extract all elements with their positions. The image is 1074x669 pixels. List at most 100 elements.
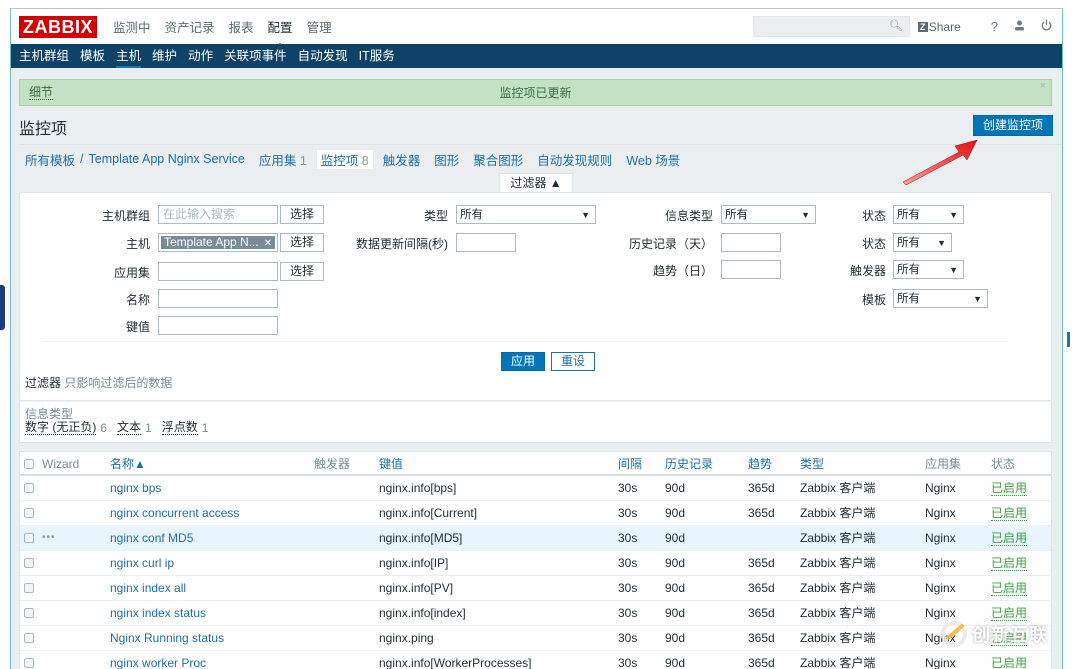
tab-applications[interactable]: 应用集 1 — [259, 150, 307, 169]
filter-note-title: 过滤器 — [25, 376, 62, 390]
subnav-hosts[interactable]: 主机 — [116, 44, 142, 68]
breadcrumb-all-templates[interactable]: 所有模板 — [25, 150, 75, 169]
wizard-menu-icon[interactable]: ••• — [42, 526, 56, 550]
col-history[interactable]: 历史记录 — [665, 452, 713, 476]
row-checkbox[interactable] — [24, 658, 34, 668]
menu-inventory[interactable]: 资产记录 — [165, 17, 215, 36]
info-type-float-link[interactable]: 浮点数 — [161, 421, 198, 435]
apply-button[interactable]: 应用 — [501, 352, 545, 371]
search-icon[interactable]: 🔍︎ — [889, 19, 903, 32]
select-all-checkbox[interactable] — [24, 459, 34, 469]
close-icon[interactable]: × — [1040, 80, 1046, 92]
item-name-link[interactable]: nginx conf MD5 — [110, 526, 193, 550]
global-search-input[interactable]: 🔍︎ — [752, 16, 910, 37]
items-table: Wizard 名称▲ 触发器 键值 间隔 历史记录 趋势 类型 应用集 状态 n… — [19, 451, 1052, 669]
menu-monitoring[interactable]: 监测中 — [113, 17, 151, 36]
item-type: Zabbix 客户端 — [800, 506, 876, 520]
item-history: 90d — [665, 556, 686, 570]
menu-configuration[interactable]: 配置 — [268, 17, 293, 48]
triggers-select[interactable]: 所有 ▼ — [893, 260, 964, 279]
tab-graphs[interactable]: 图形 — [434, 150, 459, 169]
col-key[interactable]: 键值 — [379, 452, 403, 476]
host-multiselect[interactable]: Template App N... ✕ — [158, 233, 278, 252]
item-status-cell: 已启用 — [991, 551, 1028, 575]
row-checkbox[interactable] — [24, 483, 34, 493]
state-select[interactable]: 所有 ▼ — [893, 205, 964, 224]
item-name-link[interactable]: nginx index status — [110, 601, 206, 625]
remove-chip-icon[interactable]: ✕ — [264, 238, 272, 249]
item-name-link[interactable]: nginx concurrent access — [110, 501, 239, 525]
item-status-toggle[interactable]: 已启用 — [991, 657, 1027, 669]
item-status-toggle[interactable]: 已启用 — [991, 507, 1028, 521]
filter-toggle-tab[interactable]: 过滤器 ▲ — [499, 173, 573, 192]
tab-triggers[interactable]: 触发器 — [383, 150, 421, 169]
tab-web-scenarios[interactable]: Web 场景 — [626, 150, 680, 169]
item-name-link[interactable]: nginx curl ip — [110, 551, 174, 575]
subnav-maintenance[interactable]: 维护 — [152, 44, 177, 68]
menu-administration[interactable]: 管理 — [307, 17, 332, 36]
info-type-text-link[interactable]: 文本 — [117, 421, 142, 435]
subnav-actions[interactable]: 动作 — [188, 44, 213, 68]
item-status-toggle[interactable]: 已启用 — [991, 532, 1028, 546]
help-icon[interactable]: ? — [991, 19, 998, 34]
row-checkbox[interactable] — [24, 508, 34, 518]
info-type-unsigned-link[interactable]: 数字 (无正负) — [25, 421, 97, 435]
user-profile-icon[interactable] — [1014, 19, 1025, 34]
share-link[interactable]: Z Share — [917, 20, 961, 34]
subnav-host-groups[interactable]: 主机群组 — [19, 44, 69, 68]
filter-divider — [42, 341, 1008, 342]
item-trends: 365d — [748, 606, 775, 620]
type-select[interactable]: 所有 ▼ — [456, 205, 596, 224]
col-trends[interactable]: 趋势 — [748, 452, 772, 476]
row-checkbox[interactable] — [24, 533, 34, 543]
name-input[interactable] — [158, 289, 278, 308]
status-select[interactable]: 所有 ▼ — [893, 233, 952, 252]
key-input[interactable] — [158, 316, 278, 335]
item-status-toggle[interactable]: 已启用 — [991, 607, 1028, 621]
interval-input[interactable] — [456, 233, 516, 252]
item-type: Zabbix 客户端 — [800, 606, 876, 620]
tab-items[interactable]: 监控项 8 — [316, 149, 373, 169]
info-type-select[interactable]: 所有 ▼ — [721, 205, 816, 224]
template-select[interactable]: 所有 ▼ — [893, 289, 988, 308]
col-name[interactable]: 名称▲ — [110, 452, 146, 476]
item-name-link[interactable]: nginx bps — [110, 476, 161, 500]
application-select-button[interactable]: 选择 — [280, 262, 324, 281]
item-name-link[interactable]: nginx worker Proc — [110, 651, 206, 669]
message-text: 监控项已更新 — [499, 86, 572, 100]
tab-discovery-rules[interactable]: 自动发现规则 — [537, 150, 612, 169]
row-checkbox[interactable] — [24, 633, 34, 643]
row-checkbox[interactable] — [24, 608, 34, 618]
subnav-templates[interactable]: 模板 — [80, 44, 105, 68]
item-status-toggle[interactable]: 已启用 — [991, 582, 1028, 596]
tab-screens[interactable]: 聚合图形 — [473, 150, 523, 169]
col-interval[interactable]: 间隔 — [618, 452, 642, 476]
menu-reports[interactable]: 报表 — [229, 17, 254, 36]
subnav-correlation[interactable]: 关联项事件 — [224, 44, 287, 68]
host-select-button[interactable]: 选择 — [280, 233, 324, 252]
subnav-discovery[interactable]: 自动发现 — [298, 44, 348, 68]
create-item-button[interactable]: 创建监控项 — [973, 115, 1053, 136]
subnav-it-services[interactable]: IT服务 — [359, 44, 395, 68]
item-name-link[interactable]: nginx index all — [110, 576, 186, 600]
reset-button[interactable]: 重设 — [551, 352, 595, 371]
zabbix-logo[interactable]: ZABBIX — [19, 15, 97, 38]
application-input[interactable] — [158, 262, 278, 281]
trends-label: 趋势（日） — [652, 264, 713, 278]
item-applications: Nginx — [925, 656, 956, 669]
item-status-toggle[interactable]: 已启用 — [991, 557, 1028, 571]
breadcrumb-template[interactable]: Template App Nginx Service — [89, 152, 245, 166]
item-name-link[interactable]: Nginx Running status — [110, 626, 224, 650]
item-key: nginx.info[MD5] — [379, 531, 463, 545]
item-status-toggle[interactable]: 已启用 — [991, 482, 1028, 496]
table-row: nginx curl ip nginx.info[IP] 30s 90d 365d Zab… — [20, 551, 1051, 576]
chevron-down-icon: ▼ — [949, 210, 958, 220]
sign-out-icon[interactable] — [1041, 19, 1052, 34]
col-type[interactable]: 类型 — [800, 452, 824, 476]
row-checkbox[interactable] — [24, 583, 34, 593]
row-checkbox[interactable] — [24, 558, 34, 568]
host-group-select-button[interactable]: 选择 — [280, 205, 324, 224]
history-input[interactable] — [721, 233, 781, 252]
host-group-input[interactable]: 在此输入搜索 — [158, 205, 278, 224]
trends-input[interactable] — [721, 260, 781, 279]
